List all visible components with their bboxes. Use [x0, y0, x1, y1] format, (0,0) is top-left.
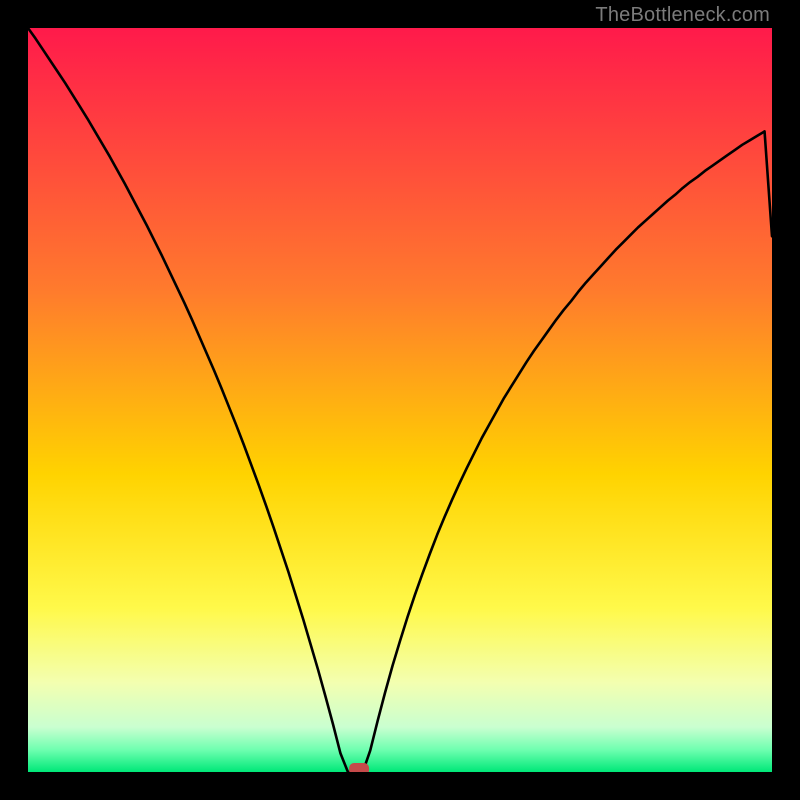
bottleneck-curve [28, 28, 772, 772]
curve-layer [28, 28, 772, 772]
chart-frame: TheBottleneck.com [0, 0, 800, 800]
optimal-marker [349, 763, 369, 772]
watermark-text: TheBottleneck.com [595, 4, 770, 27]
plot-area [28, 28, 772, 772]
